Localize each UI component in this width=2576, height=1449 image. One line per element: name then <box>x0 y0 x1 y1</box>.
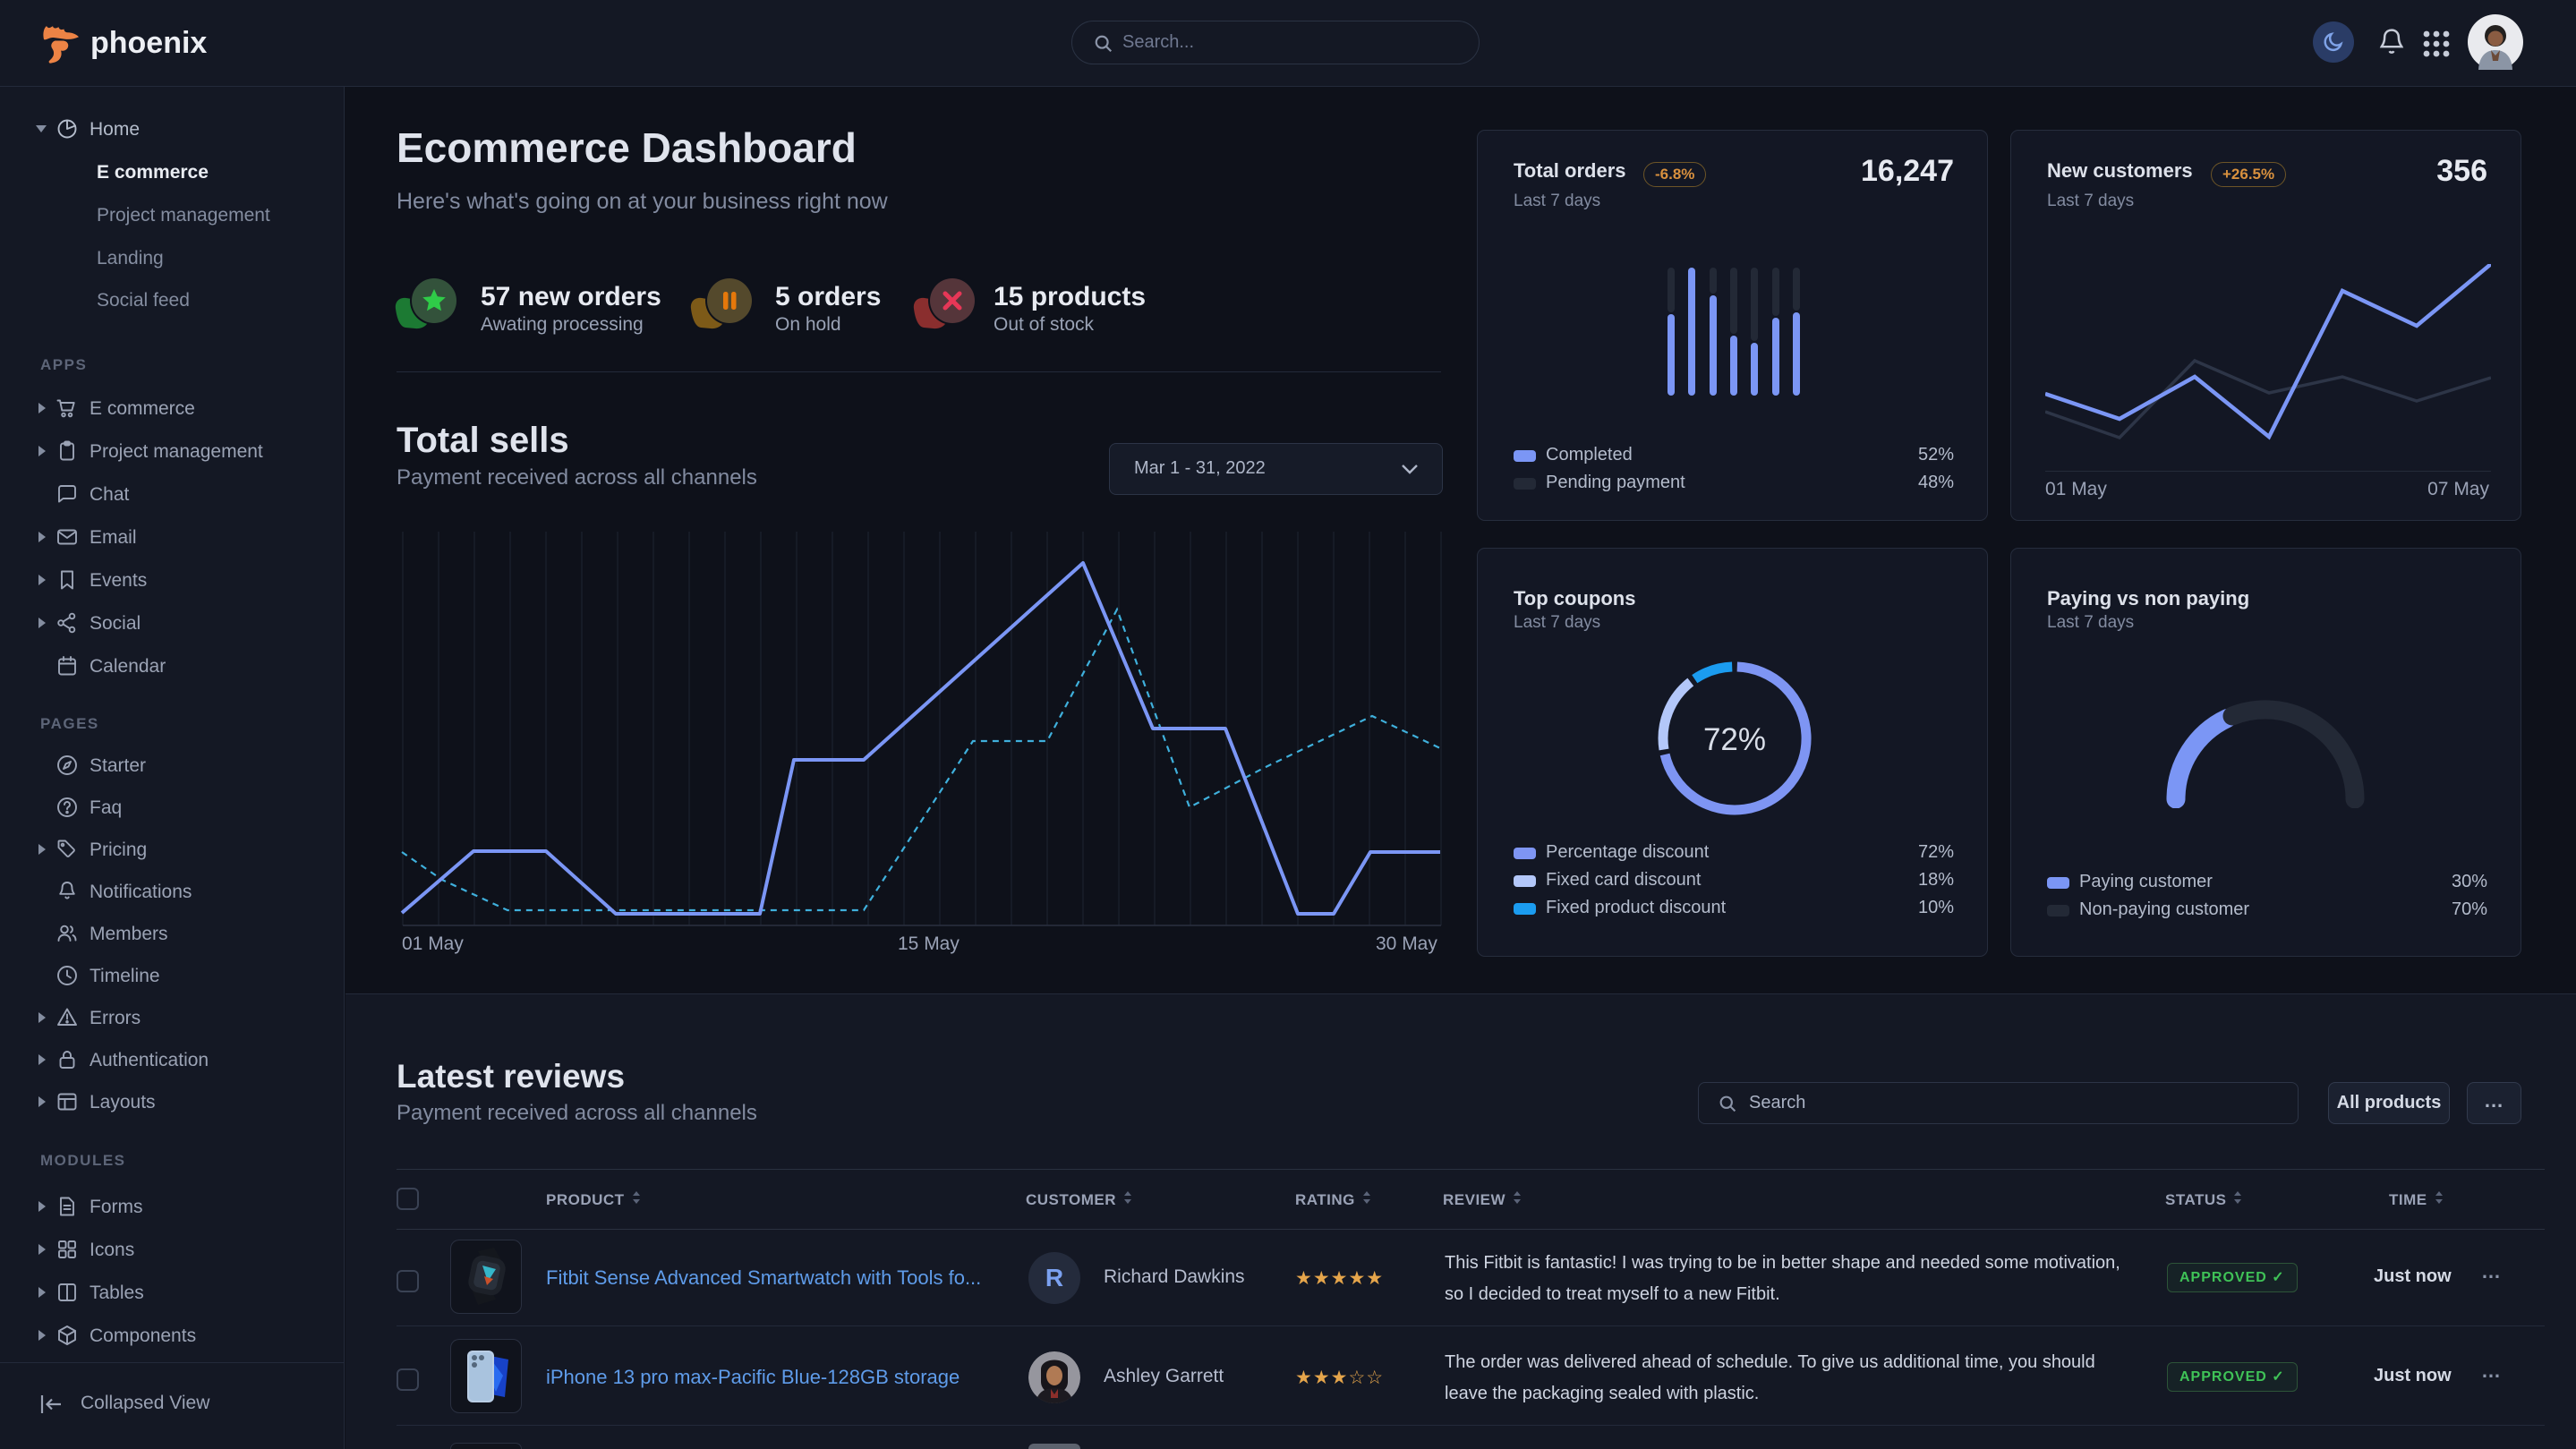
svg-text:72%: 72% <box>1703 722 1766 757</box>
